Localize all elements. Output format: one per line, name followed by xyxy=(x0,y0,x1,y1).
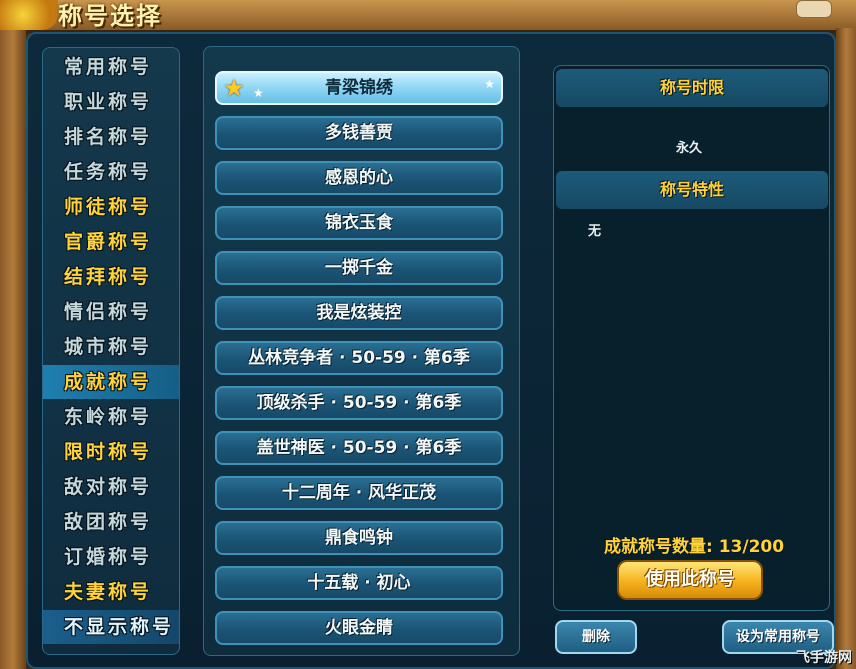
title-option[interactable]: 青梁锦绣 ★ ★ ★ xyxy=(215,71,503,105)
sidebar-item[interactable]: 限时称号 xyxy=(43,435,179,469)
right-frame xyxy=(836,28,856,669)
feature-value: 无 xyxy=(588,224,602,239)
star-icon: ★ xyxy=(223,74,245,102)
sidebar-item[interactable]: 不显示称号 xyxy=(43,610,179,644)
title-option[interactable]: 十二周年 · 风华正茂 xyxy=(215,476,503,510)
title-option-label: 丛林竞争者 · 50-59 · 第6季 xyxy=(248,348,470,368)
sidebar-item[interactable]: 敌团称号 xyxy=(43,505,179,539)
sidebar-item[interactable]: 官爵称号 xyxy=(43,225,179,259)
title-option[interactable]: 火眼金睛 xyxy=(215,611,503,645)
title-option[interactable]: 顶级杀手 · 50-59 · 第6季 xyxy=(215,386,503,420)
title-option-label: 火眼金睛 xyxy=(325,618,393,638)
title-count: 成就称号数量: 13/200 xyxy=(604,537,785,557)
scroll-icon[interactable] xyxy=(796,0,832,18)
title-option[interactable]: 多钱善贾 xyxy=(215,116,503,150)
limit-header: 称号时限 xyxy=(556,69,828,107)
sidebar-item[interactable]: 东岭称号 xyxy=(43,400,179,434)
sidebar-item[interactable]: 任务称号 xyxy=(43,155,179,189)
window-title: 称号选择 xyxy=(58,2,162,30)
sidebar-item[interactable]: 成就称号 xyxy=(43,365,179,399)
title-option[interactable]: 一掷千金 xyxy=(215,251,503,285)
sidebar-item[interactable]: 排名称号 xyxy=(43,120,179,154)
title-option-label: 青梁锦绣 xyxy=(325,78,393,98)
title-option-label: 十五载 · 初心 xyxy=(307,573,411,593)
feature-header: 称号特性 xyxy=(556,171,828,209)
delete-button[interactable]: 删除 xyxy=(555,620,637,654)
sidebar-item[interactable]: 情侣称号 xyxy=(43,295,179,329)
use-title-button[interactable]: 使用此称号 xyxy=(617,560,763,600)
title-option-label: 一掷千金 xyxy=(325,258,393,278)
sidebar-item[interactable]: 夫妻称号 xyxy=(43,575,179,609)
title-option[interactable]: 我是炫装控 xyxy=(215,296,503,330)
sidebar-item[interactable]: 城市称号 xyxy=(43,330,179,364)
sidebar-item[interactable]: 师徒称号 xyxy=(43,190,179,224)
limit-value: 永久 xyxy=(676,141,703,156)
title-option[interactable]: 丛林竞争者 · 50-59 · 第6季 xyxy=(215,341,503,375)
sidebar-item[interactable]: 常用称号 xyxy=(43,50,179,84)
title-option-label: 锦衣玉食 xyxy=(325,213,393,233)
title-option-label: 感恩的心 xyxy=(325,168,393,188)
sparkle-icon: ★ xyxy=(253,86,264,100)
title-option-label: 我是炫装控 xyxy=(316,303,402,323)
left-frame xyxy=(0,28,26,669)
title-option[interactable]: 鼎食鸣钟 xyxy=(215,521,503,555)
sparkle-icon: ★ xyxy=(484,77,495,91)
sidebar-item[interactable]: 职业称号 xyxy=(43,85,179,119)
title-option-label: 鼎食鸣钟 xyxy=(325,528,393,548)
title-option-label: 顶级杀手 · 50-59 · 第6季 xyxy=(256,393,462,413)
title-option[interactable]: 感恩的心 xyxy=(215,161,503,195)
title-option-label: 多钱善贾 xyxy=(325,123,393,143)
title-option-label: 十二周年 · 风华正茂 xyxy=(281,483,437,503)
title-logo-icon xyxy=(0,0,58,30)
sidebar-item[interactable]: 敌对称号 xyxy=(43,470,179,504)
title-option[interactable]: 盖世神医 · 50-59 · 第6季 xyxy=(215,431,503,465)
sidebar-item[interactable]: 订婚称号 xyxy=(43,540,179,574)
sidebar-item[interactable]: 结拜称号 xyxy=(43,260,179,294)
title-option[interactable]: 十五载 · 初心 xyxy=(215,566,503,600)
title-option-label: 盖世神医 · 50-59 · 第6季 xyxy=(256,438,462,458)
title-option[interactable]: 锦衣玉食 xyxy=(215,206,503,240)
watermark: 飞手游网 xyxy=(796,650,852,666)
